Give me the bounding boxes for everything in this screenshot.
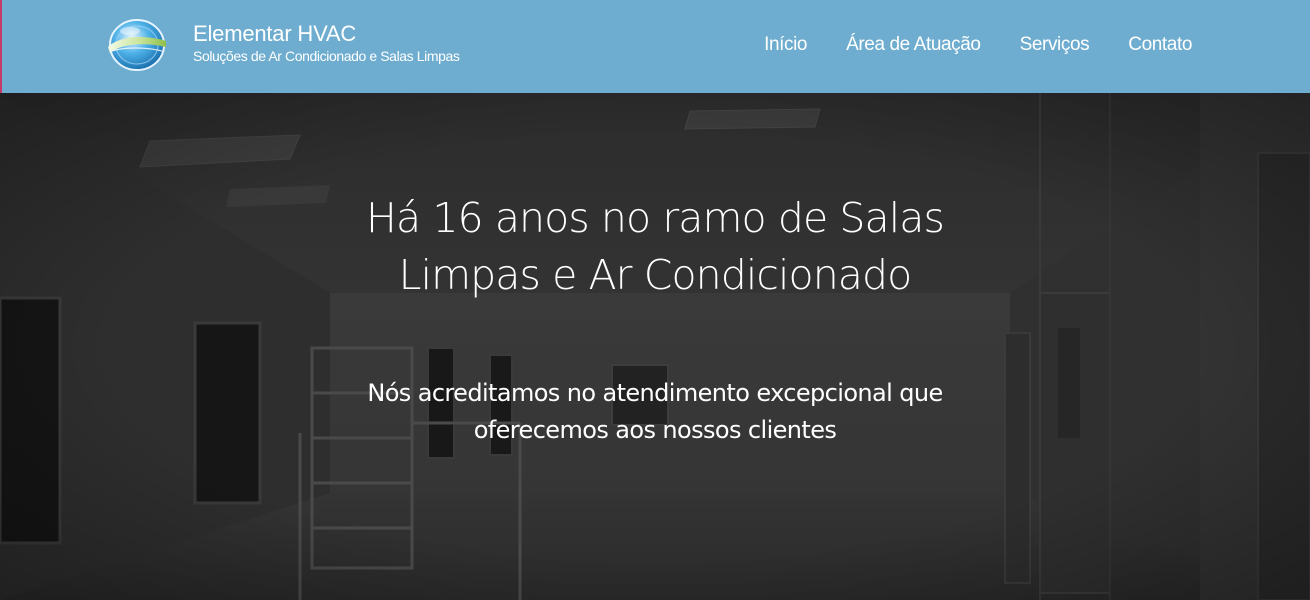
brand-link[interactable]: Elementar HVAC Soluções de Ar Condiciona… — [106, 17, 460, 73]
hero-title-line-2: Limpas e Ar Condicionado — [398, 251, 913, 299]
hero-subtitle-line-1: Nós acreditamos no atendimento excepcion… — [367, 379, 943, 407]
page: Elementar HVAC Soluções de Ar Condiciona… — [0, 0, 1310, 600]
hero-title-line-1: Há 16 anos no ramo de Salas — [366, 194, 945, 242]
brand-name: Elementar HVAC — [193, 21, 357, 46]
hero-section: Há 16 anos no ramo de Salas Limpas e Ar … — [0, 93, 1310, 600]
nav-link-contato[interactable]: Contato — [1128, 34, 1192, 56]
hero-background-image — [0, 93, 1310, 600]
hero-title: Há 16 anos no ramo de Salas Limpas e Ar … — [0, 190, 1310, 304]
brand-text: Elementar HVAC Soluções de Ar Condiciona… — [193, 21, 460, 65]
navbar: Elementar HVAC Soluções de Ar Condiciona… — [0, 0, 1310, 93]
globe-logo-icon — [108, 19, 166, 71]
main-nav: Início Área de Atuação Serviços Contato — [725, 34, 1192, 56]
nav-link-area-de-atuacao[interactable]: Área de Atuação — [846, 34, 981, 56]
brand-tagline: Soluções de Ar Condicionado e Salas Limp… — [193, 48, 460, 64]
nav-link-inicio[interactable]: Início — [764, 34, 807, 56]
nav-link-servicos[interactable]: Serviços — [1020, 34, 1090, 56]
hero-subtitle-line-2: oferecemos aos nossos clientes — [473, 416, 837, 444]
hero-subtitle: Nós acreditamos no atendimento excepcion… — [0, 375, 1310, 449]
